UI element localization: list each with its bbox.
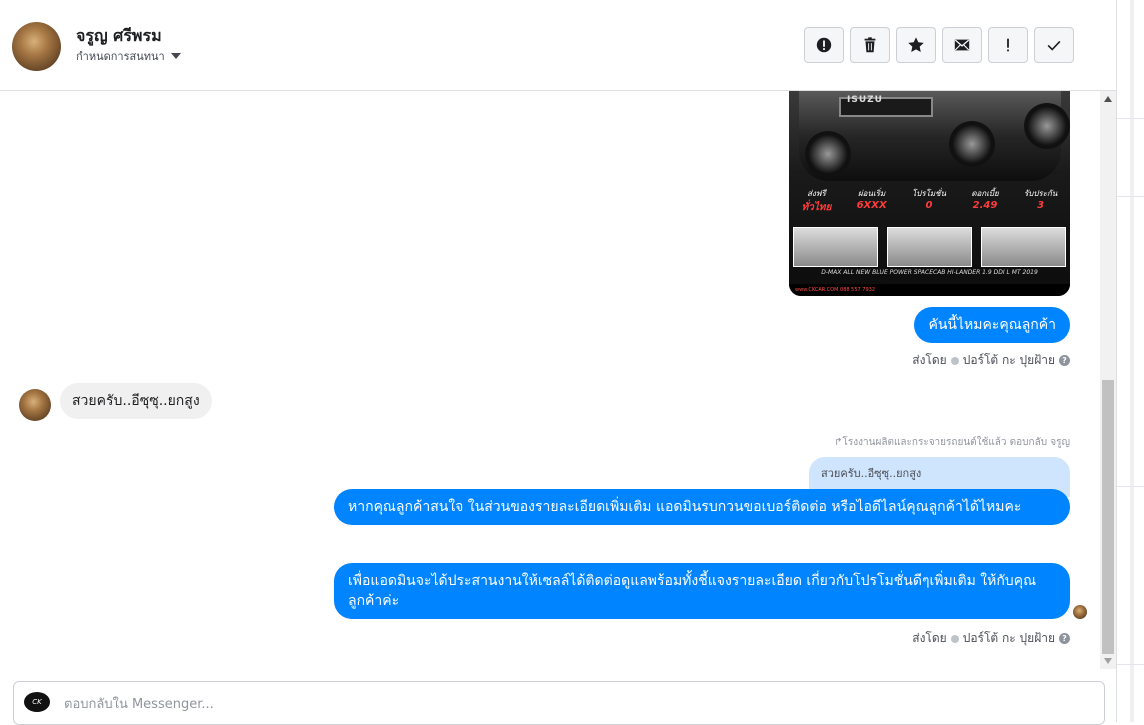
car-thumbnails	[793, 227, 1066, 267]
contact-message-avatar	[19, 389, 51, 421]
sender-name[interactable]: ปอร์โต้ กะ ปุยฝ้าย	[963, 629, 1055, 648]
sender-name[interactable]: ปอร์โต้ กะ ปุยฝ้าย	[963, 351, 1055, 370]
conversation-schedule-label: กำหนดการสนทนา	[76, 50, 165, 63]
sidebar-divider	[1117, 664, 1144, 665]
car-spec-row: ส่งฟรีทั่วไทย ผ่อนเริ่ม 6XXX โปรโมชั่น 0 ด…	[789, 187, 1070, 215]
scroll-up-arrow-icon[interactable]	[1104, 96, 1112, 102]
outgoing-message[interactable]: คันนี้ไหมคะคุณลูกค้า	[914, 307, 1070, 343]
sidebar-divider	[1117, 486, 1144, 487]
incoming-message[interactable]: สวยครับ..อีซุซุ..ยกสูง	[60, 383, 212, 419]
car-spec-label: ดอกเบี้ย	[971, 189, 999, 198]
seen-avatar	[1073, 605, 1087, 619]
header-actions	[804, 27, 1074, 63]
reply-arrow-icon: ↱	[834, 437, 843, 448]
reply-context-text: โรงงานผลิตและกระจายรถยนต์ใช้แล้ว ตอบกลับ…	[842, 437, 1070, 448]
car-spec-label: โปรโมชั่น	[911, 189, 947, 198]
alert-circle-icon	[816, 37, 832, 53]
car-ad-footer: www.CKCAR.COM 088 557 7932	[789, 284, 1070, 296]
reply-context: ↱โรงงานผลิตและกระจายรถยนต์ใช้แล้ว ตอบกลั…	[834, 435, 1070, 450]
help-icon[interactable]: ?	[1059, 633, 1070, 644]
right-sidebar-edge	[1117, 0, 1144, 722]
spam-button[interactable]	[804, 27, 844, 63]
page-badge-icon	[950, 634, 959, 643]
car-spec-label: ส่งฟรี	[807, 189, 826, 198]
scroll-down-arrow-icon[interactable]	[1104, 658, 1112, 664]
car-spec: โปรโมชั่น 0	[912, 187, 946, 215]
done-button[interactable]	[1034, 27, 1074, 63]
car-thumbnail	[793, 227, 878, 267]
outgoing-message[interactable]: หากคุณลูกค้าสนใจ ในส่วนของรายละเอียดเพิ่…	[334, 489, 1070, 525]
page-badge-icon	[950, 356, 959, 365]
reply-input[interactable]	[62, 692, 1066, 716]
truck-graphic: ISUZU	[799, 91, 1070, 181]
car-spec: ส่งฟรีทั่วไทย	[802, 187, 832, 215]
truck-wheel	[1024, 103, 1070, 149]
conversation-schedule-dropdown[interactable]: กำหนดการสนทนา	[76, 47, 181, 65]
car-spec-value: 0	[925, 200, 933, 211]
truck-wheel	[949, 121, 995, 167]
car-spec-value: ทั่วไทย	[801, 202, 832, 213]
truck-wheel	[805, 131, 851, 177]
contact-avatar[interactable]	[12, 22, 61, 71]
envelope-icon	[954, 39, 970, 51]
trash-icon	[864, 37, 876, 53]
mark-unread-button[interactable]	[942, 27, 982, 63]
star-button[interactable]	[896, 27, 936, 63]
sidebar-divider	[1117, 196, 1144, 197]
car-spec: ผ่อนเริ่ม 6XXX	[857, 187, 887, 215]
star-icon	[908, 37, 924, 53]
contact-name[interactable]: จรูญ ศรีพรม	[76, 24, 162, 49]
car-spec-value: 2.49	[972, 200, 998, 211]
car-advertisement-image[interactable]: ISUZU ส่งฟรีทั่วไทย ผ่อนเริ่ม 6XXX โปรโมช…	[789, 91, 1070, 296]
car-spec: ดอกเบี้ย 2.49	[971, 187, 998, 215]
help-icon[interactable]: ?	[1059, 355, 1070, 366]
car-spec-value: 6XXX	[856, 200, 887, 211]
follow-up-button[interactable]	[988, 27, 1028, 63]
exclamation-icon	[1007, 38, 1009, 52]
car-brand-label: ISUZU	[847, 95, 883, 105]
car-spec-value: 3	[1037, 200, 1045, 211]
message-list[interactable]: ISUZU ส่งฟรีทั่วไทย ผ่อนเริ่ม 6XXX โปรโมช…	[0, 91, 1100, 669]
sent-by-line: ส่งโดย ปอร์โต้ กะ ปุยฝ้าย ?	[912, 351, 1070, 370]
check-icon	[1047, 40, 1061, 51]
sent-by-label: ส่งโดย	[912, 631, 947, 645]
scrollbar-thumb[interactable]	[1102, 380, 1114, 654]
car-spec: รับประกัน 3	[1024, 187, 1057, 215]
car-spec-label: รับประกัน	[1023, 189, 1058, 198]
outgoing-message[interactable]: เพื่อแอดมินจะได้ประสานงานให้เซลล์ได้ติดต…	[334, 563, 1070, 619]
conversation-header: จรูญ ศรีพรม กำหนดการสนทนา	[0, 0, 1116, 91]
car-spec-label: ผ่อนเริ่ม	[857, 189, 886, 198]
sidebar-scroll-track	[1130, 0, 1134, 722]
delete-button[interactable]	[850, 27, 890, 63]
reply-composer: CK	[13, 681, 1105, 725]
car-model-caption: D-MAX ALL NEW BLUE POWER SPACECAB HI-LAN…	[821, 269, 1038, 276]
sidebar-divider	[1117, 118, 1144, 119]
conversation-panel: จรูญ ศรีพรม กำหนดการสนทนา ISUZU ส่งฟรี ท…	[0, 0, 1117, 725]
sent-by-line: ส่งโดย ปอร์โต้ กะ ปุยฝ้าย ?	[912, 629, 1070, 648]
sent-by-label: ส่งโดย	[912, 353, 947, 367]
message-scrollbar[interactable]	[1100, 91, 1116, 669]
caret-down-icon	[170, 53, 181, 59]
car-thumbnail	[981, 227, 1066, 267]
page-logo-icon: CK	[24, 692, 50, 712]
car-thumbnail	[887, 227, 972, 267]
